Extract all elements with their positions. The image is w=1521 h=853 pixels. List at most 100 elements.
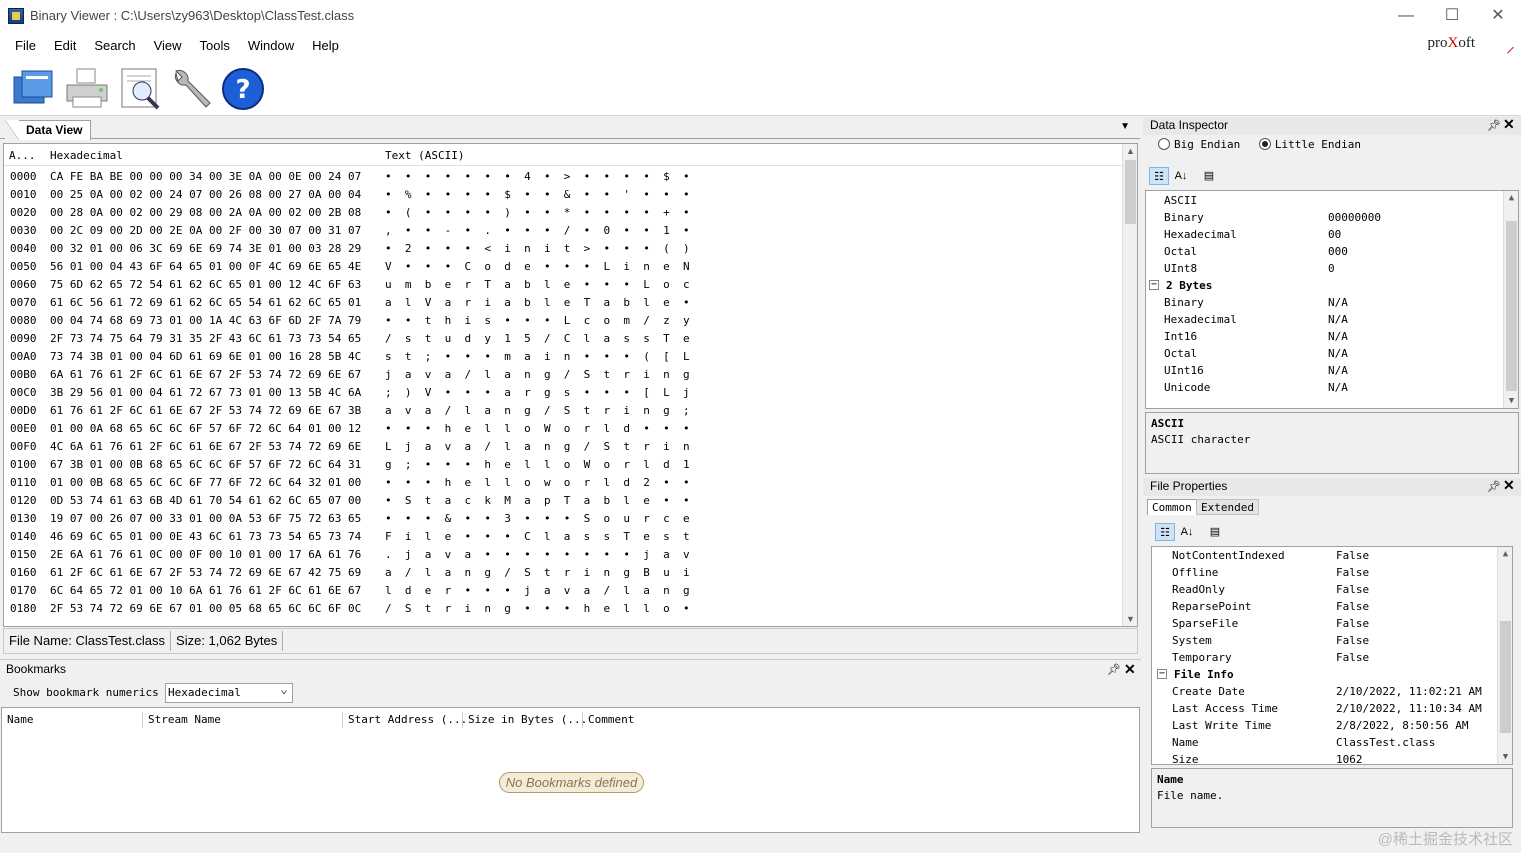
column-size-in-bytes[interactable]: Size in Bytes (...: [462, 712, 587, 728]
hex-row[interactable]: 00A0 73 74 3B 01 00 04 6D 61 69 6E 01 00 …: [4, 348, 1124, 366]
row-ascii-text[interactable]: g ; • • • h e l l o W o r l d 1: [385, 456, 690, 474]
property-value[interactable]: False: [1336, 581, 1369, 598]
property-row[interactable]: Last Access Time 2/10/2022, 11:10:34 AM: [1154, 700, 1496, 717]
row-hex-bytes[interactable]: 56 01 00 04 43 6F 64 65 01 00 0F 4C 69 6…: [50, 258, 361, 276]
sort-alpha-icon[interactable]: A↓: [1171, 167, 1191, 185]
close-icon[interactable]: ✕: [1124, 660, 1136, 679]
row-hex-bytes[interactable]: 00 32 01 00 06 3C 69 6E 69 74 3E 01 00 0…: [50, 240, 361, 258]
minimize-button[interactable]: —: [1383, 0, 1429, 31]
hex-row[interactable]: 0020 00 28 0A 00 02 00 29 08 00 2A 0A 00 …: [4, 204, 1124, 222]
property-value[interactable]: N/A: [1328, 379, 1348, 396]
row-hex-bytes[interactable]: 4C 6A 61 76 61 2F 6C 61 6E 67 2F 53 74 7…: [50, 438, 361, 456]
property-row[interactable]: Unicode N/A: [1146, 379, 1502, 396]
property-row[interactable]: ReadOnly False: [1154, 581, 1496, 598]
menu-file[interactable]: File: [6, 38, 45, 53]
row-ascii-text[interactable]: . j a v a • • • • • • • • j a v: [385, 546, 690, 564]
property-pages-icon[interactable]: ▤: [1205, 523, 1225, 541]
pin-icon[interactable]: 📌︎: [1487, 479, 1501, 496]
row-ascii-text[interactable]: / S t r i n g • • • h e l l o •: [385, 600, 690, 618]
property-row[interactable]: Binary N/A: [1146, 294, 1502, 311]
property-value[interactable]: 00: [1328, 226, 1341, 243]
hex-row[interactable]: 0010 00 25 0A 00 02 00 24 07 00 26 08 00 …: [4, 186, 1124, 204]
hex-grid-scrollbar[interactable]: ▲ ▼: [1122, 144, 1137, 626]
row-hex-bytes[interactable]: 00 2C 09 00 2D 00 2E 0A 00 2F 00 30 07 0…: [50, 222, 361, 240]
row-hex-bytes[interactable]: 2E 6A 61 76 61 0C 00 0F 00 10 01 00 17 6…: [50, 546, 361, 564]
row-address[interactable]: 0090: [10, 330, 37, 348]
pin-icon[interactable]: 📌︎: [1487, 118, 1501, 135]
hex-row[interactable]: 0140 46 69 6C 65 01 00 0E 43 6C 61 73 73 …: [4, 528, 1124, 546]
property-value[interactable]: 0: [1328, 260, 1335, 277]
row-ascii-text[interactable]: j a v a / l a n g / S t r i n g: [385, 366, 690, 384]
row-hex-bytes[interactable]: 73 74 3B 01 00 04 6D 61 69 6E 01 00 16 2…: [50, 348, 361, 366]
row-ascii-text[interactable]: u m b e r T a b l e • • • L o c: [385, 276, 690, 294]
hex-row[interactable]: 0040 00 32 01 00 06 3C 69 6E 69 74 3E 01 …: [4, 240, 1124, 258]
menu-edit[interactable]: Edit: [45, 38, 85, 53]
row-address[interactable]: 0060: [10, 276, 37, 294]
row-address[interactable]: 0000: [10, 168, 37, 186]
row-address[interactable]: 00B0: [10, 366, 37, 384]
hex-row[interactable]: 0060 75 6D 62 65 72 54 61 62 6C 65 01 00 …: [4, 276, 1124, 294]
row-hex-bytes[interactable]: 46 69 6C 65 01 00 0E 43 6C 61 73 73 54 6…: [50, 528, 361, 546]
property-row[interactable]: Int16 N/A: [1146, 328, 1502, 345]
property-value[interactable]: False: [1336, 615, 1369, 632]
property-row[interactable]: Create Date 2/10/2022, 11:02:21 AM: [1154, 683, 1496, 700]
close-button[interactable]: ✕: [1475, 0, 1521, 31]
row-ascii-text[interactable]: l d e r • • • j a v a / l a n g: [385, 582, 690, 600]
row-hex-bytes[interactable]: 67 3B 01 00 0B 68 65 6C 6C 6F 57 6F 72 6…: [50, 456, 361, 474]
hex-row[interactable]: 00B0 6A 61 76 61 2F 6C 61 6E 67 2F 53 74 …: [4, 366, 1124, 384]
menu-window[interactable]: Window: [239, 38, 303, 53]
row-hex-bytes[interactable]: 75 6D 62 65 72 54 61 62 6C 65 01 00 12 4…: [50, 276, 361, 294]
property-row[interactable]: Octal N/A: [1146, 345, 1502, 362]
row-hex-bytes[interactable]: 19 07 00 26 07 00 33 01 00 0A 53 6F 75 7…: [50, 510, 361, 528]
hex-row[interactable]: 0070 61 6C 56 61 72 69 61 62 6C 65 54 61 …: [4, 294, 1124, 312]
row-ascii-text[interactable]: , • • - • . • • • / • 0 • • 1 •: [385, 222, 690, 240]
hex-row[interactable]: 0090 2F 73 74 75 64 79 31 35 2F 43 6C 61 …: [4, 330, 1124, 348]
menu-tools[interactable]: Tools: [191, 38, 239, 53]
property-row[interactable]: Hexadecimal 00: [1146, 226, 1502, 243]
hex-row[interactable]: 0100 67 3B 01 00 0B 68 65 6C 6C 6F 57 6F …: [4, 456, 1124, 474]
little-endian-radio[interactable]: Little Endian: [1258, 137, 1361, 153]
row-address[interactable]: 0080: [10, 312, 37, 330]
property-value[interactable]: N/A: [1328, 362, 1348, 379]
column-address[interactable]: A...: [9, 146, 36, 166]
tab-list-dropdown-icon[interactable]: ▼: [1120, 121, 1130, 132]
row-hex-bytes[interactable]: 61 6C 56 61 72 69 61 62 6C 65 54 61 62 6…: [50, 294, 361, 312]
row-address[interactable]: 0010: [10, 186, 37, 204]
property-value[interactable]: False: [1336, 564, 1369, 581]
tab-extended[interactable]: Extended: [1196, 499, 1259, 515]
property-row[interactable]: Hexadecimal N/A: [1146, 311, 1502, 328]
row-hex-bytes[interactable]: 01 00 0A 68 65 6C 6C 6F 57 6F 72 6C 64 0…: [50, 420, 361, 438]
row-ascii-text[interactable]: L j a v a / l a n g / S t r i n: [385, 438, 690, 456]
property-value[interactable]: 1062: [1336, 751, 1363, 764]
property-row[interactable]: UInt16 N/A: [1146, 362, 1502, 379]
property-value[interactable]: False: [1336, 598, 1369, 615]
property-row[interactable]: UInt8 0: [1146, 260, 1502, 277]
row-address[interactable]: 00A0: [10, 348, 37, 366]
property-row[interactable]: SparseFile False: [1154, 615, 1496, 632]
row-hex-bytes[interactable]: 61 76 61 2F 6C 61 6E 67 2F 53 74 72 69 6…: [50, 402, 361, 420]
row-ascii-text[interactable]: • ( • • • • ) • • * • • • • + •: [385, 204, 690, 222]
hex-row[interactable]: 00F0 4C 6A 61 76 61 2F 6C 61 6E 67 2F 53 …: [4, 438, 1124, 456]
tab-data-view[interactable]: Data View: [5, 120, 92, 140]
property-category[interactable]: −2 Bytes: [1146, 277, 1502, 294]
property-pages-icon[interactable]: ▤: [1199, 167, 1219, 185]
row-ascii-text[interactable]: F i l e • • • C l a s s T e s t: [385, 528, 690, 546]
row-hex-bytes[interactable]: 6A 61 76 61 2F 6C 61 6E 67 2F 53 74 72 6…: [50, 366, 361, 384]
hex-row[interactable]: 0120 0D 53 74 61 63 6B 4D 61 70 54 61 62 …: [4, 492, 1124, 510]
row-ascii-text[interactable]: • • • • • • • 4 • > • • • • $ •: [385, 168, 690, 186]
row-ascii-text[interactable]: • • • h e l l o W o r l d • • •: [385, 420, 690, 438]
menu-view[interactable]: View: [145, 38, 191, 53]
property-row[interactable]: ReparsePoint False: [1154, 598, 1496, 615]
property-row[interactable]: Last Write Time 2/8/2022, 8:50:56 AM: [1154, 717, 1496, 734]
column-start-address[interactable]: Start Address (...: [342, 712, 467, 728]
collapse-icon[interactable]: −: [1157, 669, 1167, 679]
row-hex-bytes[interactable]: 00 28 0A 00 02 00 29 08 00 2A 0A 00 02 0…: [50, 204, 361, 222]
row-address[interactable]: 0180: [10, 600, 37, 618]
row-ascii-text[interactable]: • % • • • • $ • • & • • ' • • •: [385, 186, 690, 204]
property-value[interactable]: N/A: [1328, 294, 1348, 311]
column-comment[interactable]: Comment: [582, 712, 634, 728]
row-address[interactable]: 0070: [10, 294, 37, 312]
hex-row[interactable]: 00C0 3B 29 56 01 00 04 61 72 67 73 01 00 …: [4, 384, 1124, 402]
property-value[interactable]: N/A: [1328, 345, 1348, 362]
row-hex-bytes[interactable]: 61 2F 6C 61 6E 67 2F 53 74 72 69 6E 67 4…: [50, 564, 361, 582]
